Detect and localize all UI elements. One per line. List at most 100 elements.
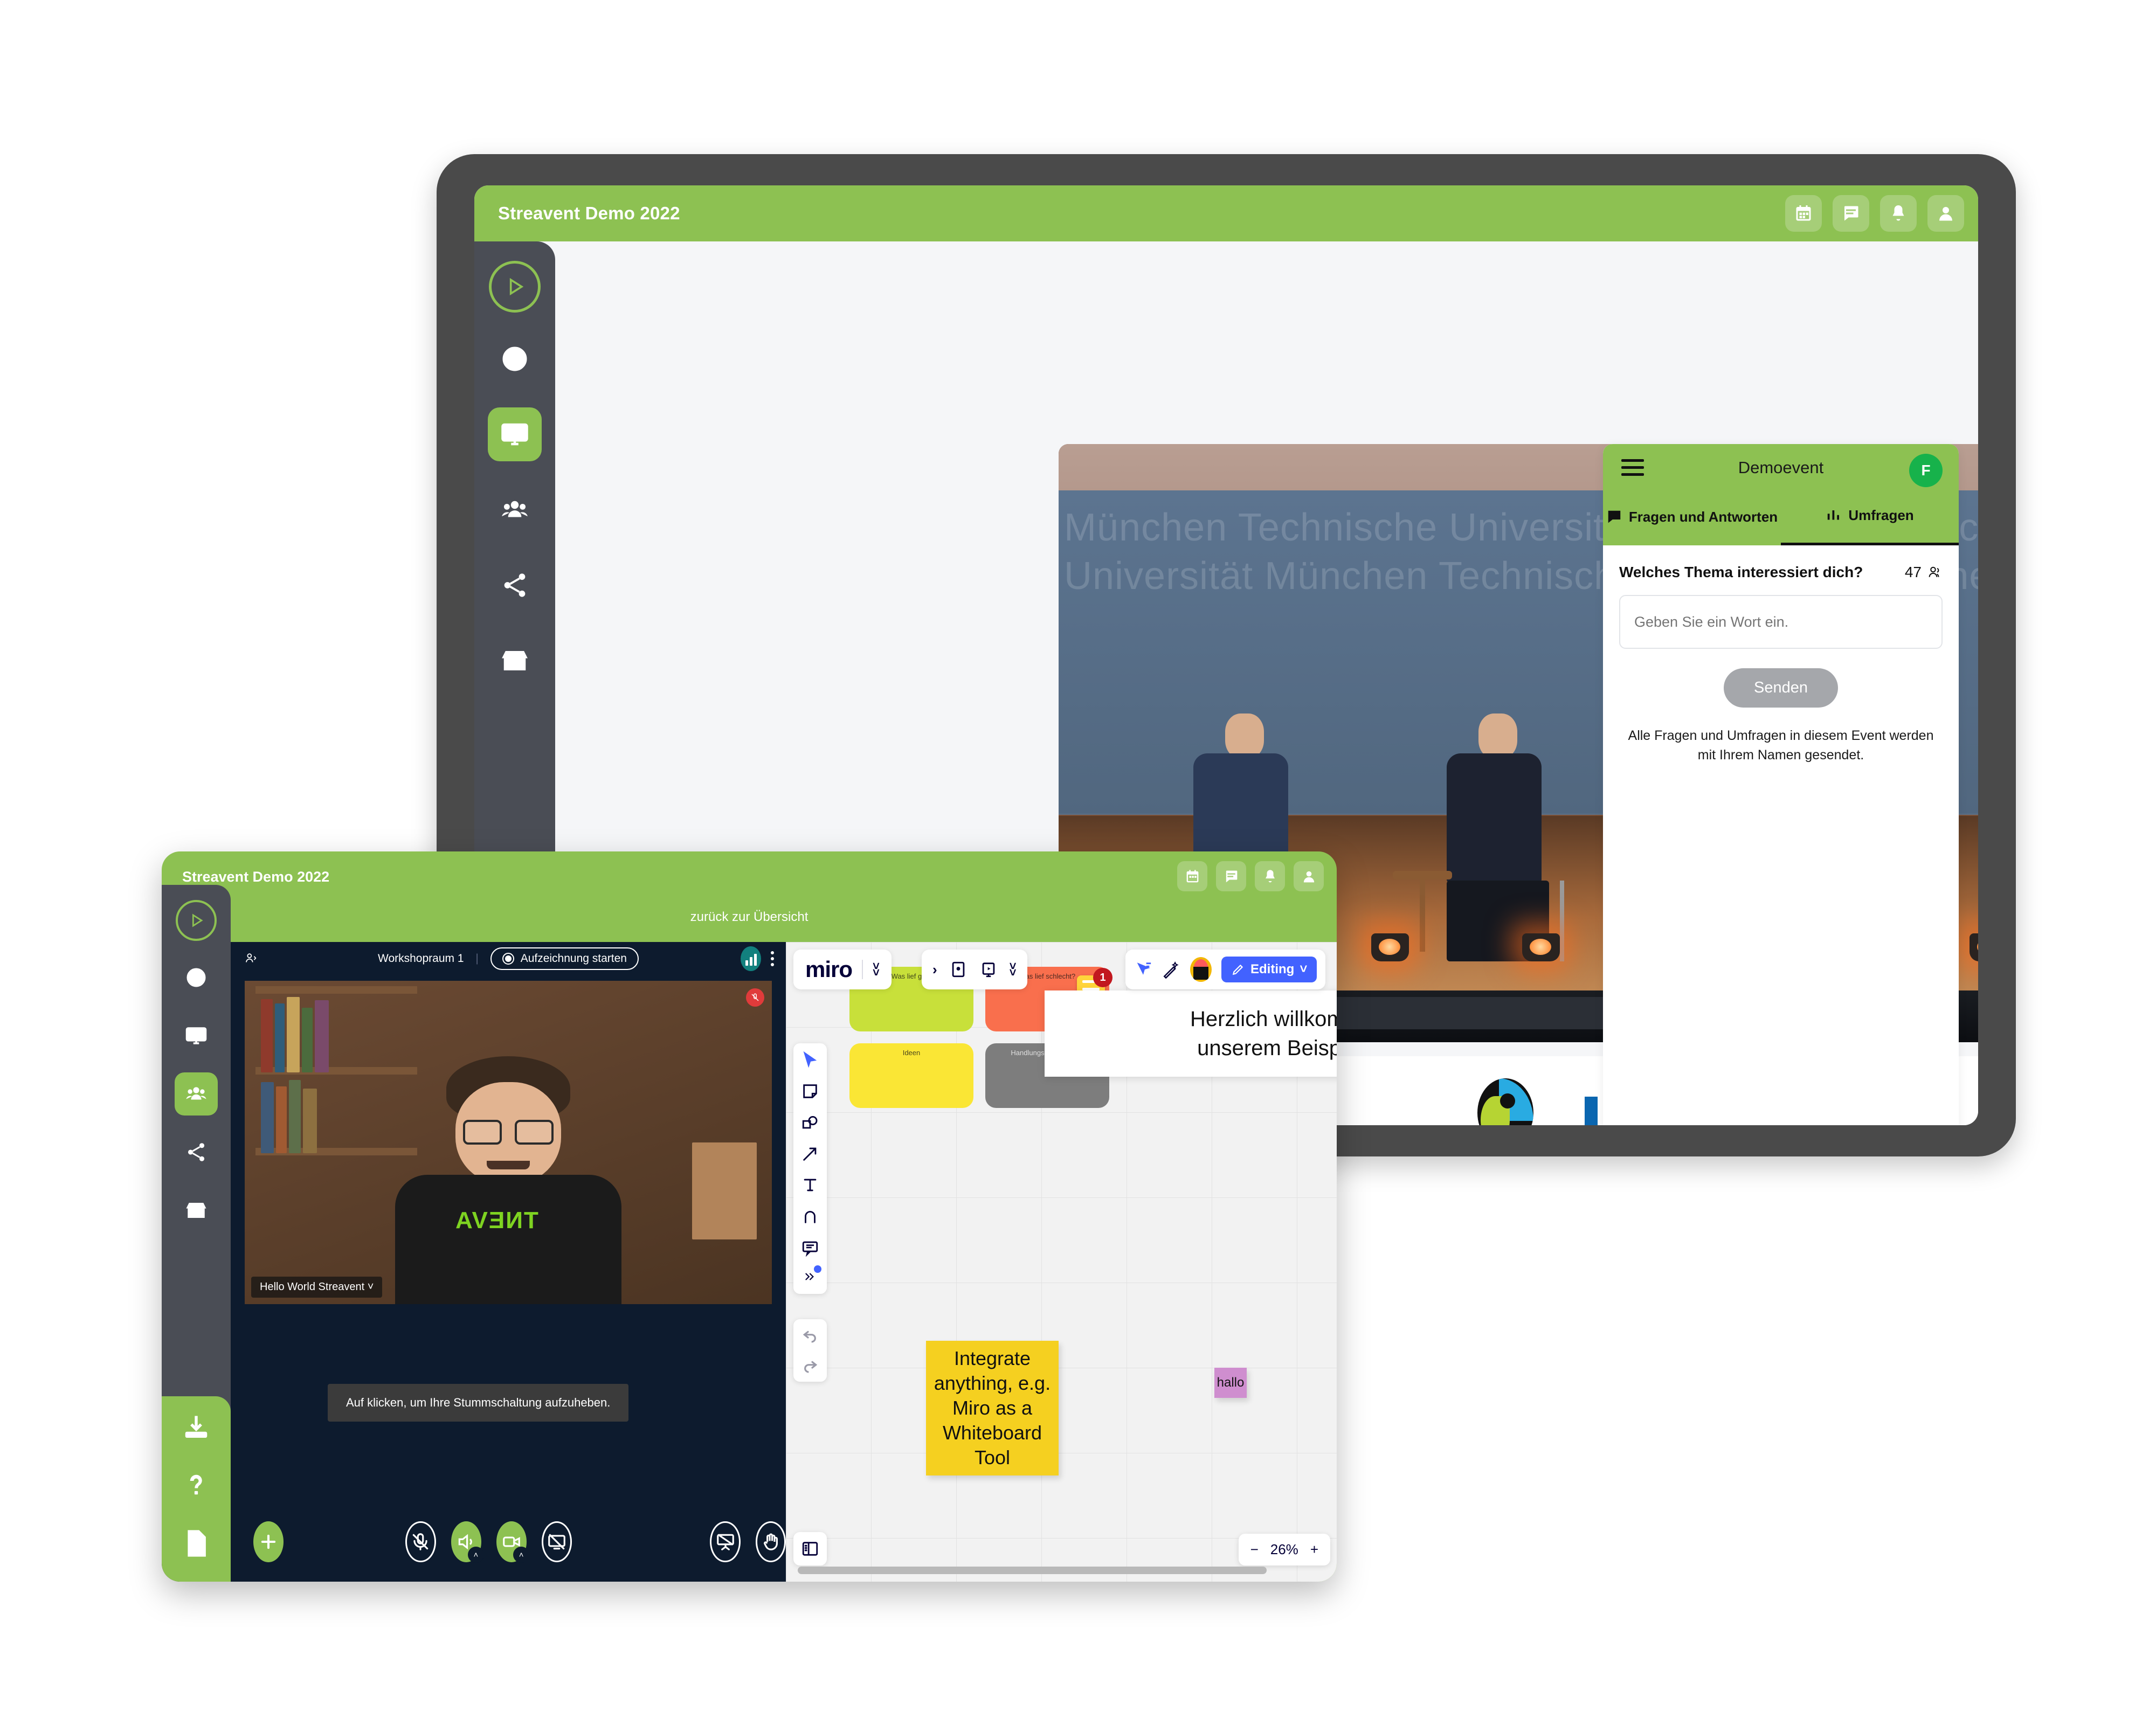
sidebar-play-logo[interactable]: [176, 900, 217, 941]
sidebar-play-logo[interactable]: [489, 261, 541, 313]
cursor-share-icon[interactable]: [1134, 960, 1152, 979]
shapes-icon[interactable]: [801, 1113, 819, 1132]
miro-collab-card[interactable]: Editing ˅: [1125, 950, 1326, 989]
zoom-out-button[interactable]: −: [1250, 1541, 1259, 1558]
miro-brand-card[interactable]: miro ˅ ˅: [793, 950, 892, 989]
welcome-popup[interactable]: Herzlich willkommunserem Beispiel: [1045, 990, 1337, 1077]
zoom-in-button[interactable]: +: [1310, 1541, 1318, 1558]
horizontal-scrollbar[interactable]: [798, 1567, 1267, 1574]
notifications-button[interactable]: [1255, 861, 1285, 891]
profile-button[interactable]: [1927, 195, 1964, 232]
miro-logo: miro: [805, 957, 853, 982]
comment-count-badge: 1: [1093, 968, 1112, 987]
chat-button[interactable]: [1833, 195, 1869, 232]
sidebar-item-info[interactable]: [488, 332, 542, 386]
participants-icon: [1929, 566, 1939, 577]
chat-bubble-icon: [1608, 510, 1621, 523]
room-name: Workshopraum 1: [378, 952, 464, 965]
screen-share-button[interactable]: [542, 1521, 572, 1562]
workshop-sidebar-secondary: [162, 1396, 231, 1582]
microphone-button[interactable]: [405, 1521, 436, 1562]
miro-board[interactable]: Was lief gut? Was lief schlecht? Ideen H…: [786, 942, 1337, 1582]
slido-tabs: Fragen und Antworten Umfragen: [1603, 488, 1959, 545]
chat-button[interactable]: [1216, 861, 1246, 891]
text-icon[interactable]: [801, 1176, 819, 1194]
select-cursor-icon[interactable]: [801, 1051, 819, 1069]
presentation-icon: [716, 1534, 734, 1550]
sidebar-item-expo[interactable]: [175, 1189, 218, 1232]
sidebar-item-networking[interactable]: [488, 483, 542, 537]
side-panel-toggle[interactable]: [793, 1532, 827, 1565]
tab-umfragen[interactable]: Umfragen: [1781, 488, 1959, 545]
sidebar-item-info[interactable]: [175, 956, 218, 999]
sidebar-item-help[interactable]: [169, 1466, 223, 1505]
poll-question-row: Welches Thema interessiert dich? 47: [1619, 564, 1943, 581]
chevron-down-icon[interactable]: ˅ ˅: [1010, 960, 1017, 978]
self-video-tile[interactable]: TNEVA Hello World Streavent ˅: [245, 981, 772, 1304]
quadrant-ideen[interactable]: Ideen: [849, 1043, 973, 1108]
workshop-window: Streavent Demo 2022 zurück zur Übersicht: [162, 851, 1337, 1582]
workshop-topbar-actions: [1177, 861, 1324, 891]
chevron-up-icon[interactable]: ˄: [467, 1547, 484, 1563]
slido-panel: Demoevent F Fragen und Antworten Umfrage…: [1603, 444, 1959, 1125]
slido-header: Demoevent F Fragen und Antworten Umfrage…: [1603, 444, 1959, 545]
sidebar-item-downloads[interactable]: [169, 1408, 223, 1447]
people-icon: [502, 501, 528, 517]
whiteboard-button[interactable]: [710, 1521, 741, 1562]
chevron-down-icon[interactable]: ˅ ˅: [873, 960, 880, 978]
sidebar-item-agenda[interactable]: [169, 1524, 223, 1563]
pen-icon[interactable]: [801, 1207, 819, 1225]
back-to-overview-link[interactable]: zurück zur Übersicht: [162, 910, 1337, 925]
self-name-label[interactable]: Hello World Streavent ˅: [251, 1277, 383, 1298]
color-palette-icon[interactable]: [1190, 957, 1212, 982]
comment-icon[interactable]: [801, 1238, 819, 1257]
poll-submit-button[interactable]: Senden: [1724, 668, 1838, 708]
more-tools-icon[interactable]: [801, 1265, 821, 1286]
arrow-icon[interactable]: [801, 1145, 819, 1163]
info-icon: [186, 968, 206, 987]
calendar-button[interactable]: [1785, 195, 1822, 232]
sidebar-item-stage[interactable]: [175, 1014, 218, 1057]
app-title: Streavent Demo 2022: [498, 203, 680, 223]
camera-button[interactable]: ˄: [496, 1521, 530, 1563]
chevron-up-icon[interactable]: ˄: [513, 1547, 530, 1563]
poll-disclaimer: Alle Fragen und Umfragen in diesem Event…: [1628, 728, 1934, 763]
undo-icon[interactable]: [801, 1327, 819, 1344]
sidebar-item-expo[interactable]: [488, 634, 542, 688]
profile-button[interactable]: [1294, 861, 1324, 891]
sticky-note-integrate[interactable]: Integrate anything, e.g. Miro as a White…: [926, 1341, 1059, 1475]
avatar[interactable]: F: [1909, 454, 1943, 487]
miro-view-card[interactable]: › ˅ ˅: [922, 950, 1027, 989]
editing-label: Editing: [1250, 962, 1295, 976]
presentation-icon[interactable]: [979, 960, 998, 979]
conference-status-actions: [741, 946, 774, 971]
sidebar-item-share[interactable]: [175, 1131, 218, 1174]
editing-mode-button[interactable]: Editing ˅: [1221, 957, 1317, 982]
chevron-down-icon: ˅: [1300, 962, 1308, 976]
sticky-note-hallo[interactable]: hallo: [1214, 1368, 1247, 1398]
more-options-icon[interactable]: [771, 951, 774, 966]
start-recording-button[interactable]: Aufzeichnung starten: [490, 947, 639, 970]
calendar-icon: [1186, 869, 1198, 882]
poll-word-input[interactable]: [1619, 595, 1943, 649]
notifications-button[interactable]: [1880, 195, 1917, 232]
record-dot-icon: [502, 953, 514, 965]
pencil-icon: [1232, 964, 1243, 975]
magic-wand-icon[interactable]: [1162, 960, 1180, 979]
redo-icon[interactable]: [801, 1357, 819, 1374]
share-icon: [188, 1143, 205, 1161]
calendar-button[interactable]: [1177, 861, 1207, 891]
chevron-right-icon[interactable]: ›: [932, 962, 937, 977]
person-icon: [1939, 207, 1952, 221]
frame-icon[interactable]: [949, 960, 968, 979]
speaker-button[interactable]: ˄: [451, 1521, 484, 1563]
tab-label: Umfragen: [1848, 507, 1914, 524]
sidebar-item-networking[interactable]: [175, 1072, 218, 1116]
sidebar-item-share[interactable]: [488, 558, 542, 612]
sidebar-item-stage[interactable]: [488, 407, 542, 461]
sticky-note-icon[interactable]: [801, 1082, 819, 1100]
add-participant-button[interactable]: [253, 1521, 284, 1562]
tab-fragen-und-antworten[interactable]: Fragen und Antworten: [1603, 488, 1781, 545]
raise-hand-button[interactable]: [755, 1521, 786, 1562]
signal-strength-icon[interactable]: [741, 946, 761, 971]
